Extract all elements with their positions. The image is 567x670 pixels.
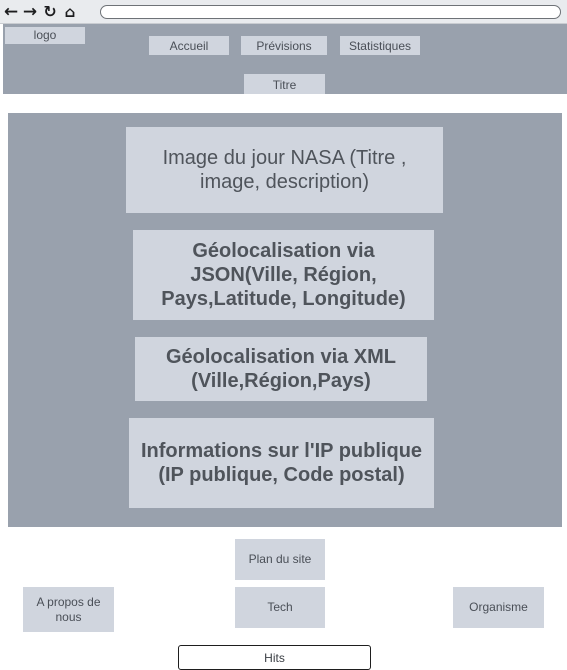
nasa-image-of-day-card: Image du jour NASA (Titre , image, descr… <box>126 127 443 213</box>
public-ip-info-text: Informations sur l'IP publique (IP publi… <box>140 440 423 486</box>
page-title: Titre <box>244 74 325 94</box>
xml-geolocation-card: Géolocalisation via XML (Ville,Région,Pa… <box>135 337 427 401</box>
nav-home-button[interactable]: Accueil <box>149 36 229 55</box>
json-geolocation-text: Géolocalisation via JSON(Ville, Région, … <box>161 240 406 310</box>
main-content-panel: Image du jour NASA (Titre , image, descr… <box>8 113 562 527</box>
nav-forecasts-button[interactable]: Prévisions <box>241 36 327 55</box>
sitemap-button[interactable]: Plan du site <box>235 539 325 580</box>
home-icon[interactable]: ⌂ <box>61 2 79 22</box>
nasa-card-text: Image du jour NASA (Titre , image, descr… <box>162 147 407 193</box>
xml-geolocation-text: Géolocalisation via XML (Ville,Région,Pa… <box>165 346 397 392</box>
page-header: logo Accueil Prévisions Statistiques Tit… <box>3 24 567 94</box>
hits-counter: Hits <box>178 645 371 670</box>
json-geolocation-card: Géolocalisation via JSON(Ville, Région, … <box>133 230 434 320</box>
tech-button[interactable]: Tech <box>235 587 325 628</box>
organization-button[interactable]: Organisme <box>453 587 544 628</box>
reload-icon[interactable]: ↻ <box>41 2 59 22</box>
public-ip-info-card: Informations sur l'IP publique (IP publi… <box>129 418 434 508</box>
url-bar[interactable] <box>100 5 561 19</box>
forward-arrow-icon[interactable]: → <box>21 2 39 22</box>
back-arrow-icon[interactable]: ← <box>2 2 20 22</box>
about-us-button[interactable]: A propos de nous <box>23 587 114 632</box>
browser-toolbar: ← → ↻ ⌂ <box>0 0 567 24</box>
logo[interactable]: logo <box>5 27 85 44</box>
nav-statistics-button[interactable]: Statistiques <box>340 36 420 55</box>
